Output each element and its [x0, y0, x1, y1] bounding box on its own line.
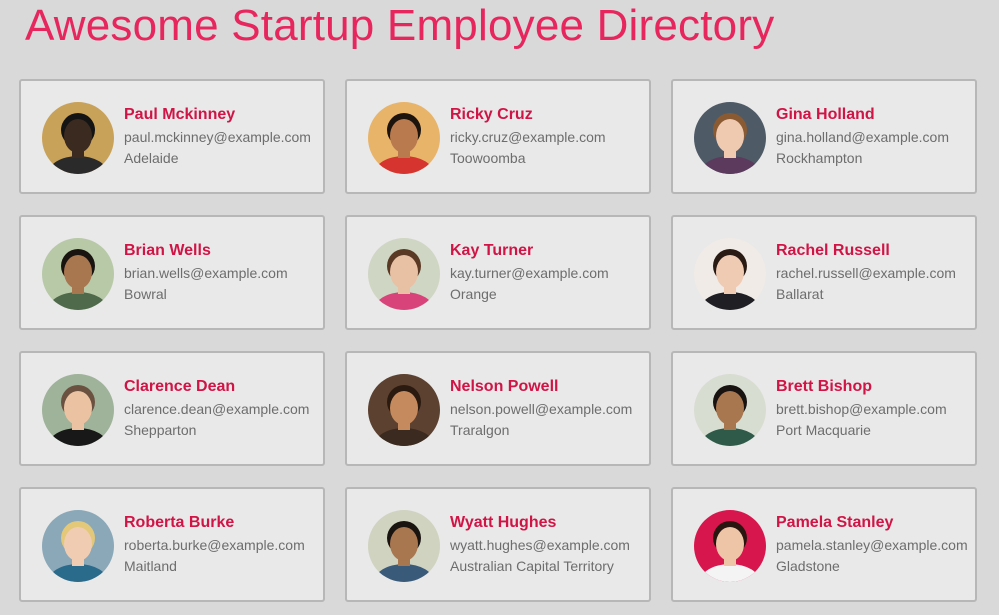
employee-avatar [694, 102, 766, 174]
employee-card[interactable]: Roberta Burke roberta.burke@example.com … [19, 487, 325, 602]
employee-email: wyatt.hughes@example.com [450, 537, 630, 553]
employee-name: Brian Wells [124, 242, 211, 259]
employee-card[interactable]: Nelson Powell nelson.powell@example.com … [345, 351, 651, 466]
employee-name: Nelson Powell [450, 378, 559, 395]
employee-city: Rockhampton [776, 150, 863, 166]
employee-name: Brett Bishop [776, 378, 872, 395]
employee-avatar [368, 510, 440, 582]
employee-city: Toowoomba [450, 150, 526, 166]
employee-city: Bowral [124, 286, 167, 302]
employee-card[interactable]: Paul Mckinney paul.mckinney@example.com … [19, 79, 325, 194]
employee-grid: Paul Mckinney paul.mckinney@example.com … [19, 79, 977, 602]
employee-email: brett.bishop@example.com [776, 401, 947, 417]
employee-name: Kay Turner [450, 242, 534, 259]
employee-avatar [368, 102, 440, 174]
employee-email: pamela.stanley@example.com [776, 537, 968, 553]
employee-card[interactable]: Brian Wells brian.wells@example.com Bowr… [19, 215, 325, 330]
employee-city: Orange [450, 286, 497, 302]
employee-city: Shepparton [124, 422, 197, 438]
employee-city: Gladstone [776, 558, 840, 574]
employee-city: Traralgon [450, 422, 510, 438]
employee-city: Adelaide [124, 150, 179, 166]
employee-email: paul.mckinney@example.com [124, 129, 311, 145]
employee-avatar [42, 510, 114, 582]
employee-avatar [694, 238, 766, 310]
employee-card[interactable]: Gina Holland gina.holland@example.com Ro… [671, 79, 977, 194]
employee-email: clarence.dean@example.com [124, 401, 310, 417]
employee-city: Maitland [124, 558, 177, 574]
employee-name: Pamela Stanley [776, 514, 894, 531]
employee-avatar [694, 374, 766, 446]
employee-card[interactable]: Rachel Russell rachel.russell@example.co… [671, 215, 977, 330]
employee-email: roberta.burke@example.com [124, 537, 305, 553]
employee-avatar [42, 102, 114, 174]
employee-card[interactable]: Brett Bishop brett.bishop@example.com Po… [671, 351, 977, 466]
employee-email: rachel.russell@example.com [776, 265, 956, 281]
employee-name: Paul Mckinney [124, 106, 236, 123]
employee-name: Ricky Cruz [450, 106, 533, 123]
employee-name: Rachel Russell [776, 242, 890, 259]
employee-avatar [368, 238, 440, 310]
employee-avatar [694, 510, 766, 582]
employee-name: Clarence Dean [124, 378, 236, 395]
employee-name: Wyatt Hughes [450, 514, 557, 531]
employee-card[interactable]: Clarence Dean clarence.dean@example.com … [19, 351, 325, 466]
employee-email: nelson.powell@example.com [450, 401, 633, 417]
page-title: Awesome Startup Employee Directory [25, 1, 775, 50]
employee-card[interactable]: Kay Turner kay.turner@example.com Orange [345, 215, 651, 330]
employee-city: Ballarat [776, 286, 824, 302]
employee-email: ricky.cruz@example.com [450, 129, 606, 145]
employee-name: Gina Holland [776, 106, 875, 123]
employee-card[interactable]: Wyatt Hughes wyatt.hughes@example.com Au… [345, 487, 651, 602]
employee-email: brian.wells@example.com [124, 265, 288, 281]
employee-avatar [42, 374, 114, 446]
employee-city: Port Macquarie [776, 422, 871, 438]
employee-email: gina.holland@example.com [776, 129, 949, 145]
employee-avatar [368, 374, 440, 446]
employee-card[interactable]: Pamela Stanley pamela.stanley@example.co… [671, 487, 977, 602]
employee-city: Australian Capital Territory [450, 558, 614, 574]
employee-card[interactable]: Ricky Cruz ricky.cruz@example.com Toowoo… [345, 79, 651, 194]
employee-email: kay.turner@example.com [450, 265, 609, 281]
employee-name: Roberta Burke [124, 514, 235, 531]
employee-avatar [42, 238, 114, 310]
